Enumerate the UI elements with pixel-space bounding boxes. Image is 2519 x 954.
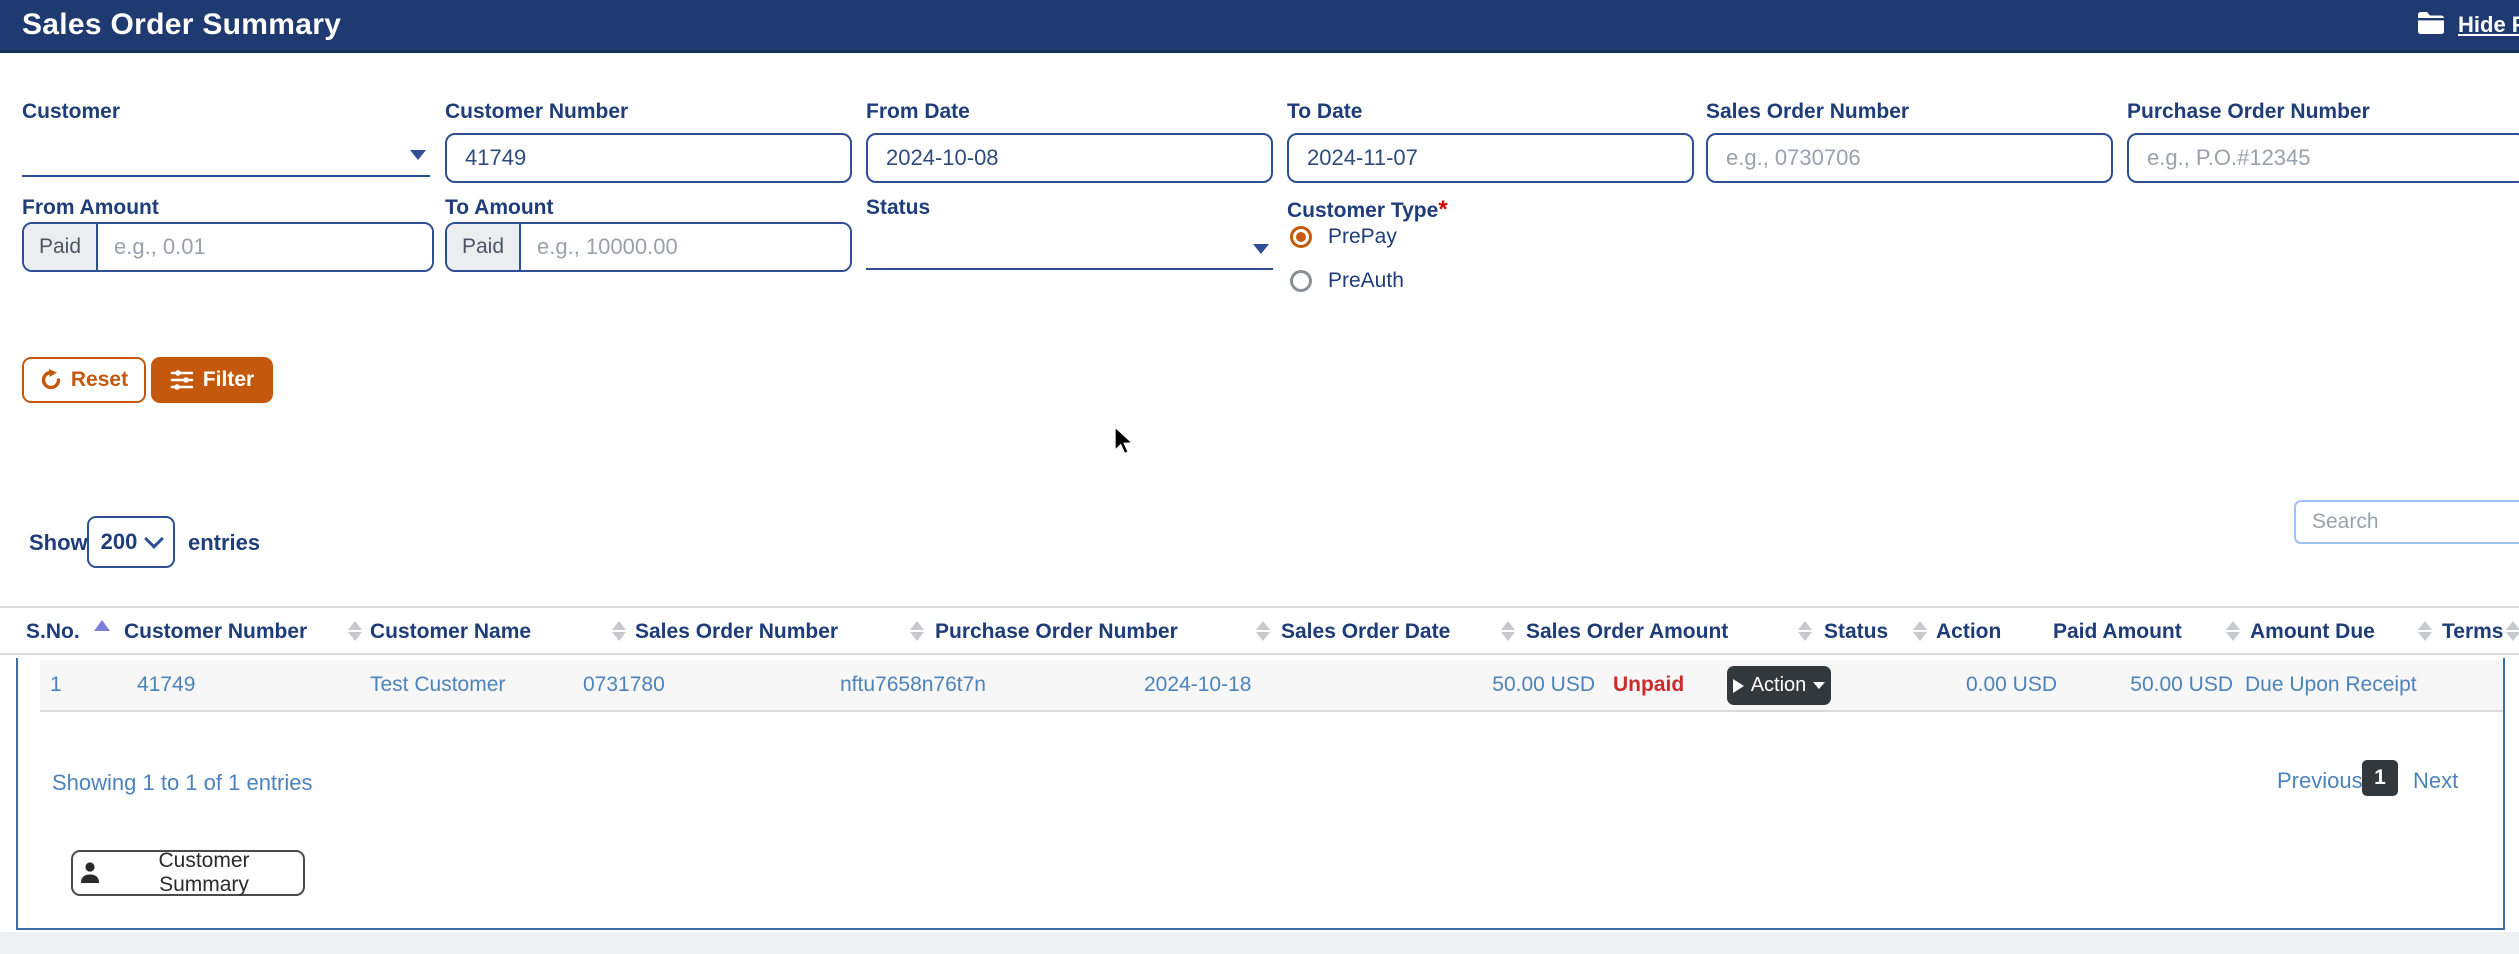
folder-icon	[2416, 10, 2446, 41]
radio-selected-icon[interactable]	[1290, 226, 1312, 248]
customer-summary-label: Customer Summary	[111, 849, 297, 897]
sort-icon[interactable]	[1913, 614, 1929, 648]
hide-filter-label: Hide Filter	[2458, 12, 2519, 38]
customer-type-label: Customer Type*	[1287, 196, 1448, 224]
reset-button[interactable]: Reset	[22, 357, 146, 403]
col-header-action: Action	[1936, 608, 2001, 655]
to-amount-input[interactable]	[521, 224, 850, 270]
chevron-down-icon	[1813, 682, 1825, 689]
sales-order-number-label: Sales Order Number	[1706, 100, 1909, 124]
radio-unselected-icon[interactable]	[1290, 270, 1312, 292]
sort-icon[interactable]	[2418, 614, 2434, 648]
from-amount-input[interactable]	[98, 224, 432, 270]
entries-label: entries	[188, 530, 260, 556]
cell-sales-order-amount: 50.00 USD	[1450, 660, 1595, 710]
reset-label: Reset	[71, 368, 128, 392]
cell-customer-number: 41749	[137, 660, 195, 710]
pagination-current-page[interactable]: 1	[2362, 760, 2398, 796]
action-label: Action	[1751, 674, 1807, 697]
cell-terms: Due Upon Receipt	[2245, 660, 2417, 710]
preauth-label: PreAuth	[1328, 269, 1404, 293]
customer-summary-button[interactable]: Customer Summary	[71, 850, 305, 896]
sort-icon[interactable]	[910, 614, 926, 648]
sort-asc-icon[interactable]	[94, 620, 110, 631]
to-amount-group: Paid	[445, 222, 852, 272]
status-badge: Unpaid	[1613, 660, 1684, 710]
sort-icon[interactable]	[1256, 614, 1272, 648]
from-amount-group: Paid	[22, 222, 434, 272]
page-footer-strip	[0, 932, 2519, 954]
sort-icon[interactable]	[348, 614, 364, 648]
customer-number-label: Customer Number	[445, 100, 628, 124]
sort-icon[interactable]	[2226, 614, 2242, 648]
cell-amount-due: 50.00 USD	[2090, 660, 2233, 710]
play-icon	[1733, 679, 1744, 693]
status-label: Status	[866, 196, 930, 220]
col-header-purchase-order-number[interactable]: Purchase Order Number	[935, 608, 1178, 655]
customer-label: Customer	[22, 100, 120, 124]
col-header-sales-order-number[interactable]: Sales Order Number	[635, 608, 838, 655]
sort-icon[interactable]	[1501, 614, 1517, 648]
col-header-paid-amount[interactable]: Paid Amount	[2053, 608, 2182, 655]
filter-button[interactable]: Filter	[151, 357, 273, 403]
sales-order-number-input[interactable]	[1706, 133, 2113, 183]
customer-select[interactable]	[22, 133, 430, 177]
purchase-order-number-input[interactable]	[2127, 133, 2519, 183]
sort-icon[interactable]	[2506, 614, 2519, 648]
status-select[interactable]	[866, 226, 1273, 270]
sales-order-summary-page: Sales Order Summary Hide Filter Customer…	[0, 0, 2519, 954]
col-header-sales-order-date[interactable]: Sales Order Date	[1281, 608, 1450, 655]
purchase-order-number-label: Purchase Order Number	[2127, 100, 2370, 124]
chevron-down-icon	[1253, 244, 1269, 254]
col-header-terms[interactable]: Terms	[2442, 608, 2503, 655]
col-header-customer-number[interactable]: Customer Number	[124, 608, 307, 655]
hide-filter-link[interactable]: Hide Filter	[2416, 0, 2519, 50]
col-header-customer-name[interactable]: Customer Name	[370, 608, 531, 655]
cell-paid-amount: 0.00 USD	[1900, 660, 2057, 710]
sort-icon[interactable]	[612, 614, 628, 648]
radio-preauth[interactable]: PreAuth	[1290, 269, 1404, 293]
to-date-input[interactable]	[1287, 133, 1694, 183]
show-label: Show	[29, 530, 88, 556]
to-amount-label: To Amount	[445, 196, 553, 220]
page-title: Sales Order Summary	[22, 0, 341, 50]
chevron-down-icon	[410, 150, 426, 160]
from-date-label: From Date	[866, 100, 970, 124]
page-size-value: 200	[101, 529, 138, 555]
cell-sales-order-date: 2024-10-18	[1144, 660, 1251, 710]
col-header-sno[interactable]: S.No.	[26, 608, 80, 655]
entries-summary: Showing 1 to 1 of 1 entries	[52, 770, 313, 796]
col-header-sales-order-amount[interactable]: Sales Order Amount	[1526, 608, 1728, 655]
person-icon	[79, 861, 101, 885]
action-dropdown-button[interactable]: Action	[1727, 666, 1831, 705]
filter-label: Filter	[203, 368, 254, 392]
chevron-down-icon	[144, 529, 164, 549]
cell-sales-order-number: 0731780	[583, 660, 665, 710]
sliders-icon	[170, 369, 194, 391]
from-date-input[interactable]	[866, 133, 1273, 183]
to-date-label: To Date	[1287, 100, 1362, 124]
cell-purchase-order-number: nftu7658n76t7n	[840, 660, 986, 710]
radio-prepay[interactable]: PrePay	[1290, 225, 1397, 249]
from-amount-label: From Amount	[22, 196, 159, 220]
cell-customer-name: Test Customer	[370, 660, 505, 710]
search-input[interactable]	[2294, 500, 2519, 544]
cell-sno: 1	[50, 660, 62, 710]
col-header-amount-due[interactable]: Amount Due	[2250, 608, 2375, 655]
refresh-icon	[40, 369, 62, 391]
pagination-next[interactable]: Next	[2413, 768, 2458, 794]
sort-icon[interactable]	[1798, 614, 1814, 648]
pagination-previous[interactable]: Previous	[2277, 768, 2363, 794]
from-amount-prefix: Paid	[24, 224, 98, 270]
col-header-status[interactable]: Status	[1824, 608, 1888, 655]
to-amount-prefix: Paid	[447, 224, 521, 270]
page-size-select[interactable]: 200	[87, 516, 175, 568]
top-bar	[0, 0, 2519, 53]
customer-number-input[interactable]	[445, 133, 852, 183]
required-asterisk: *	[1438, 196, 1447, 223]
prepay-label: PrePay	[1328, 225, 1397, 249]
mouse-cursor	[1108, 424, 1140, 461]
